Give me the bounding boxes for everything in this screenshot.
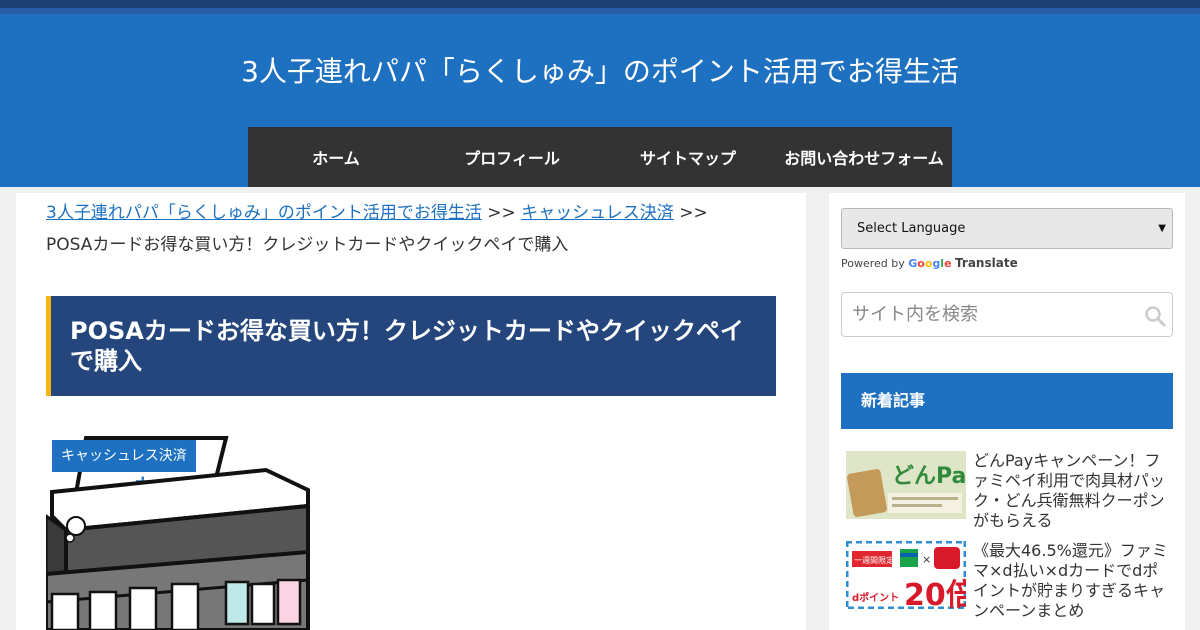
nav-item-home[interactable]: ホーム	[248, 127, 424, 187]
breadcrumb-separator: >>	[679, 203, 708, 223]
google-translate-attribution: Powered by Google Translate	[841, 256, 1018, 270]
nav-item-profile[interactable]: プロフィール	[424, 127, 600, 187]
google-logo[interactable]: Google	[908, 257, 951, 270]
nav-item-contact[interactable]: お問い合わせフォーム	[776, 127, 952, 187]
powered-by-text: Powered by	[841, 257, 905, 270]
recent-post-title[interactable]: 《最大46.5%還元》ファミマ×d払い×dカードでdポイントが貯まりすぎるキャン…	[973, 541, 1173, 621]
thumb-dpoint-text: dポイント	[852, 591, 899, 604]
category-badge[interactable]: キャッシュレス決済	[52, 440, 196, 472]
site-header: 3人子連れパパ「らくしゅみ」のポイント活用でお得生活 ホーム プロフィール サイ…	[0, 14, 1200, 187]
donpay-thumbnail-image: どんPay	[846, 451, 966, 519]
translate-link[interactable]: Translate	[955, 256, 1018, 270]
post-thumbnail[interactable]: どんPay	[846, 451, 966, 519]
caret-down-icon: ▼	[1158, 223, 1166, 234]
top-strip	[0, 0, 1200, 14]
search-form	[841, 292, 1173, 337]
search-input[interactable]	[852, 293, 1132, 336]
breadcrumb: 3人子連れパパ「らくしゅみ」のポイント活用でお得生活 >> キャッシュレス決済 …	[46, 197, 766, 261]
recent-posts-title: 新着記事	[841, 373, 1173, 429]
breadcrumb-current: POSAカードお得な買い方！クレジットカードやクイックペイで購入	[46, 235, 569, 255]
eyecatch-image: カード キャッシュ	[46, 434, 310, 630]
global-nav: ホーム プロフィール サイトマップ お問い合わせフォーム	[248, 127, 952, 187]
recent-post-title[interactable]: どんPayキャンペーン！ファミペイ利用で肉具材パック・どん兵衛無料クーポンがもら…	[973, 451, 1173, 531]
thumb-times-symbol: ×	[922, 553, 931, 566]
breadcrumb-home-link[interactable]: 3人子連れパパ「らくしゅみ」のポイント活用でお得生活	[46, 203, 482, 223]
nav-item-sitemap[interactable]: サイトマップ	[600, 127, 776, 187]
breadcrumb-category-link[interactable]: キャッシュレス決済	[521, 203, 674, 223]
thumb-donpay-text: どんPay	[892, 464, 966, 489]
recent-post-item[interactable]: どんPay どんPayキャンペーン！ファミペイ利用で肉具材パック・どん兵衛無料ク…	[846, 451, 1176, 531]
language-select-label: Select Language	[857, 221, 966, 236]
sidebar: Select Language ▼ Powered by Google Tran…	[829, 193, 1185, 630]
search-icon[interactable]	[1144, 305, 1166, 327]
thumb-limited-text: 一週間限定	[854, 555, 894, 565]
article-title: POSAカードお得な買い方！クレジットカードやクイックペイで購入	[46, 296, 776, 396]
breadcrumb-separator: >>	[487, 203, 516, 223]
main-content: 3人子連れパパ「らくしゅみ」のポイント活用でお得生活 >> キャッシュレス決済 …	[16, 193, 806, 630]
thumb-20x-text: 20倍!	[904, 578, 966, 609]
famima-dpay-thumbnail-image: 一週間限定 × dポイント 20倍!	[846, 541, 966, 609]
recent-post-item[interactable]: 一週間限定 × dポイント 20倍! 《最大46.5%還元》ファミマ×d払い×d…	[846, 541, 1176, 621]
post-thumbnail[interactable]: 一週間限定 × dポイント 20倍!	[846, 541, 966, 609]
site-title[interactable]: 3人子連れパパ「らくしゅみ」のポイント活用でお得生活	[0, 52, 1200, 92]
language-select[interactable]: Select Language ▼	[841, 208, 1173, 249]
